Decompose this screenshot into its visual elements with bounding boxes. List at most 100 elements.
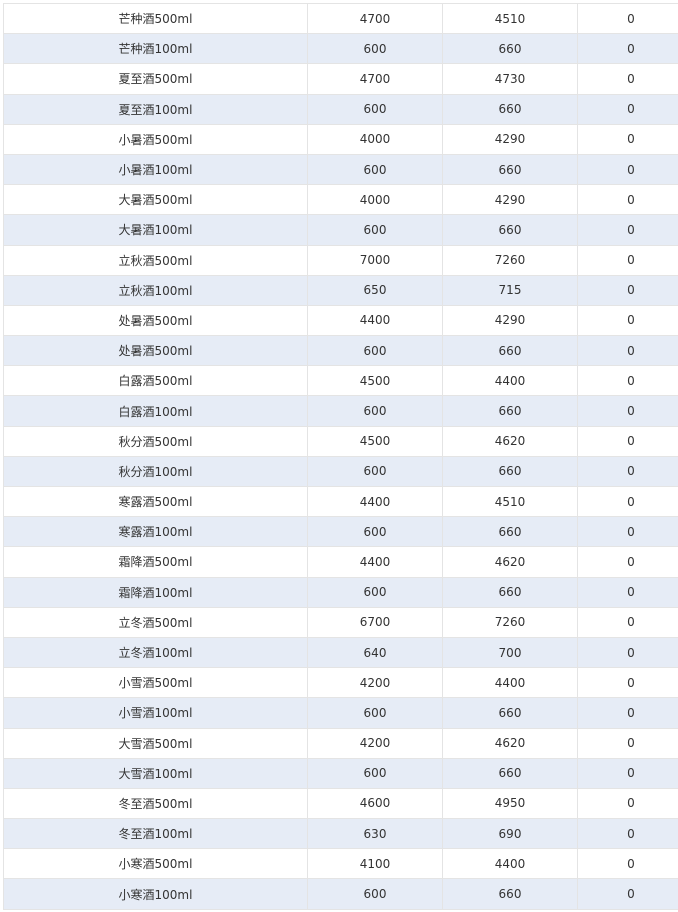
table-row: 小雪酒500ml420044000 xyxy=(4,668,678,698)
product-name-cell: 大雪酒100ml xyxy=(4,758,308,788)
value-c-cell: 0 xyxy=(578,637,678,667)
value-b-cell: 660 xyxy=(443,94,578,124)
table-row: 小寒酒500ml410044000 xyxy=(4,849,678,879)
value-c-cell: 0 xyxy=(578,94,678,124)
value-a-cell: 600 xyxy=(308,758,443,788)
product-name-cell: 夏至酒500ml xyxy=(4,64,308,94)
value-a-cell: 600 xyxy=(308,336,443,366)
value-c-cell: 0 xyxy=(578,34,678,64)
value-c-cell: 0 xyxy=(578,366,678,396)
value-a-cell: 7000 xyxy=(308,245,443,275)
value-a-cell: 4200 xyxy=(308,668,443,698)
value-c-cell: 0 xyxy=(578,758,678,788)
table-row: 寒露酒500ml440045100 xyxy=(4,487,678,517)
product-name-cell: 秋分酒500ml xyxy=(4,426,308,456)
value-b-cell: 4510 xyxy=(443,487,578,517)
value-a-cell: 600 xyxy=(308,34,443,64)
value-a-cell: 650 xyxy=(308,275,443,305)
value-c-cell: 0 xyxy=(578,849,678,879)
value-c-cell: 0 xyxy=(578,547,678,577)
table-row: 小雪酒100ml6006600 xyxy=(4,698,678,728)
product-name-cell: 立秋酒100ml xyxy=(4,275,308,305)
product-name-cell: 霜降酒100ml xyxy=(4,577,308,607)
value-b-cell: 4400 xyxy=(443,668,578,698)
value-c-cell: 0 xyxy=(578,426,678,456)
value-b-cell: 660 xyxy=(443,215,578,245)
table-row: 小暑酒500ml400042900 xyxy=(4,124,678,154)
value-a-cell: 4100 xyxy=(308,849,443,879)
value-c-cell: 0 xyxy=(578,185,678,215)
value-c-cell: 0 xyxy=(578,305,678,335)
product-name-cell: 小寒酒100ml xyxy=(4,879,308,909)
value-b-cell: 660 xyxy=(443,34,578,64)
value-b-cell: 4510 xyxy=(443,4,578,34)
value-b-cell: 660 xyxy=(443,336,578,366)
value-c-cell: 0 xyxy=(578,668,678,698)
value-c-cell: 0 xyxy=(578,819,678,849)
value-b-cell: 4290 xyxy=(443,185,578,215)
value-c-cell: 0 xyxy=(578,154,678,184)
value-c-cell: 0 xyxy=(578,4,678,34)
value-b-cell: 690 xyxy=(443,819,578,849)
value-b-cell: 660 xyxy=(443,698,578,728)
value-b-cell: 660 xyxy=(443,577,578,607)
product-name-cell: 小暑酒100ml xyxy=(4,154,308,184)
value-a-cell: 600 xyxy=(308,698,443,728)
value-c-cell: 0 xyxy=(578,607,678,637)
value-c-cell: 0 xyxy=(578,336,678,366)
table-row: 立秋酒500ml700072600 xyxy=(4,245,678,275)
value-b-cell: 4620 xyxy=(443,426,578,456)
table-row: 大雪酒500ml420046200 xyxy=(4,728,678,758)
product-name-cell: 夏至酒100ml xyxy=(4,94,308,124)
product-name-cell: 大暑酒100ml xyxy=(4,215,308,245)
value-c-cell: 0 xyxy=(578,456,678,486)
product-name-cell: 寒露酒500ml xyxy=(4,487,308,517)
table-row: 芒种酒500ml470045100 xyxy=(4,4,678,34)
table-row: 秋分酒100ml6006600 xyxy=(4,456,678,486)
value-c-cell: 0 xyxy=(578,64,678,94)
value-b-cell: 715 xyxy=(443,275,578,305)
product-name-cell: 处暑酒500ml xyxy=(4,305,308,335)
value-a-cell: 600 xyxy=(308,154,443,184)
product-name-cell: 大暑酒500ml xyxy=(4,185,308,215)
product-name-cell: 白露酒500ml xyxy=(4,366,308,396)
table-row: 芒种酒100ml6006600 xyxy=(4,34,678,64)
price-table-body: 芒种酒500ml470045100 芒种酒100ml6006600 夏至酒500… xyxy=(4,4,678,910)
value-b-cell: 4400 xyxy=(443,366,578,396)
table-row: 小寒酒100ml6006600 xyxy=(4,879,678,909)
value-b-cell: 700 xyxy=(443,637,578,667)
value-a-cell: 600 xyxy=(308,94,443,124)
value-a-cell: 600 xyxy=(308,215,443,245)
value-a-cell: 4400 xyxy=(308,487,443,517)
value-a-cell: 4700 xyxy=(308,64,443,94)
value-a-cell: 4400 xyxy=(308,547,443,577)
product-name-cell: 冬至酒100ml xyxy=(4,819,308,849)
product-name-cell: 立冬酒100ml xyxy=(4,637,308,667)
value-a-cell: 640 xyxy=(308,637,443,667)
value-c-cell: 0 xyxy=(578,396,678,426)
value-a-cell: 4500 xyxy=(308,366,443,396)
table-row: 大雪酒100ml6006600 xyxy=(4,758,678,788)
value-a-cell: 4000 xyxy=(308,124,443,154)
product-name-cell: 芒种酒500ml xyxy=(4,4,308,34)
product-name-cell: 白露酒100ml xyxy=(4,396,308,426)
value-a-cell: 4400 xyxy=(308,305,443,335)
table-row: 小暑酒100ml6006600 xyxy=(4,154,678,184)
value-b-cell: 4950 xyxy=(443,788,578,818)
value-b-cell: 660 xyxy=(443,517,578,547)
product-name-cell: 霜降酒500ml xyxy=(4,547,308,577)
value-a-cell: 4200 xyxy=(308,728,443,758)
product-name-cell: 小雪酒100ml xyxy=(4,698,308,728)
product-name-cell: 处暑酒500ml xyxy=(4,336,308,366)
product-name-cell: 立秋酒500ml xyxy=(4,245,308,275)
value-c-cell: 0 xyxy=(578,487,678,517)
value-b-cell: 4290 xyxy=(443,305,578,335)
value-a-cell: 4700 xyxy=(308,4,443,34)
value-a-cell: 630 xyxy=(308,819,443,849)
table-row: 处暑酒500ml440042900 xyxy=(4,305,678,335)
value-a-cell: 4600 xyxy=(308,788,443,818)
product-name-cell: 芒种酒100ml xyxy=(4,34,308,64)
value-a-cell: 4000 xyxy=(308,185,443,215)
value-b-cell: 660 xyxy=(443,456,578,486)
product-name-cell: 小雪酒500ml xyxy=(4,668,308,698)
